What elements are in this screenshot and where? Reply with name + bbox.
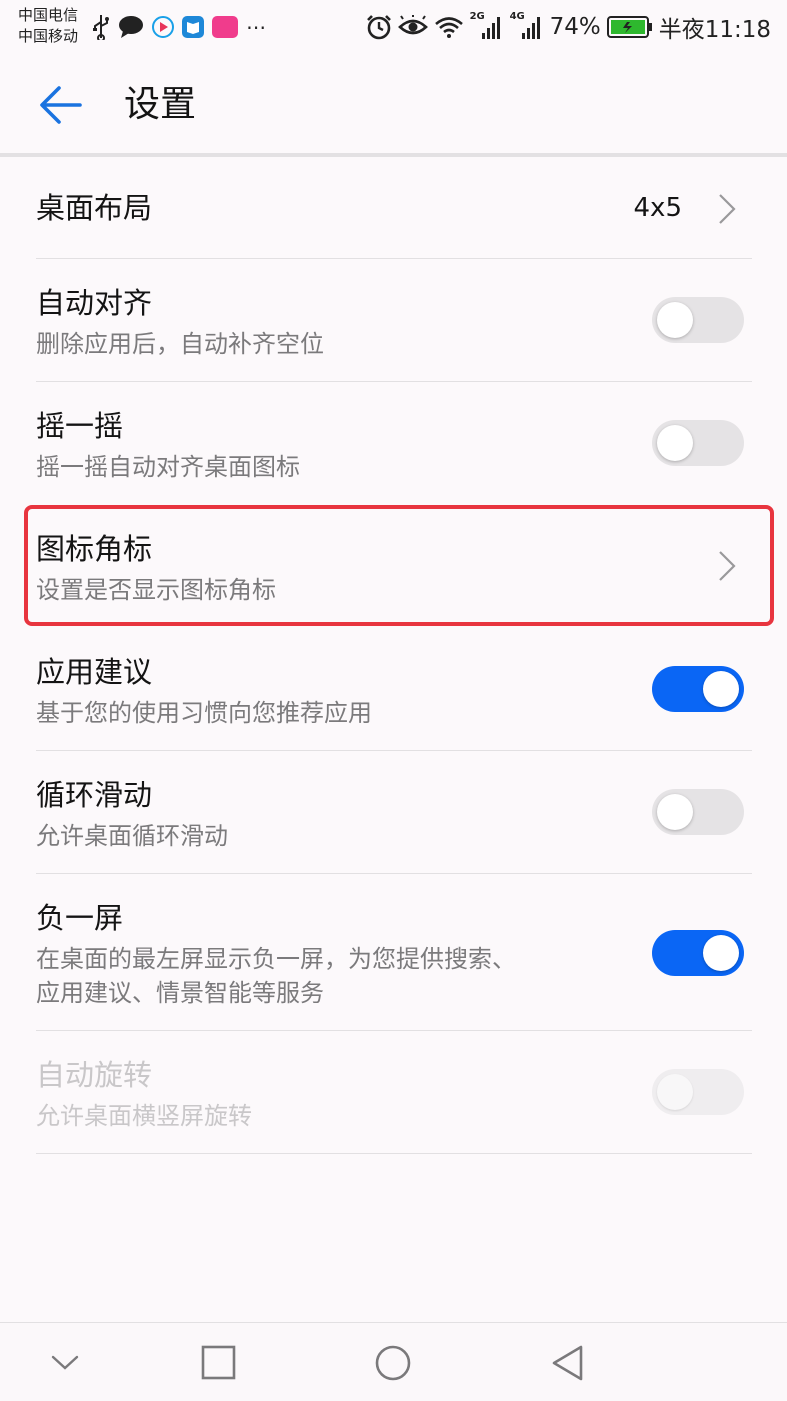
toggle-knob xyxy=(657,1074,693,1110)
eye-icon xyxy=(397,15,428,35)
shopping-app-icon xyxy=(212,16,238,38)
setting-subtitle: 基于您的使用习惯向您推荐应用 xyxy=(36,699,372,727)
toggle-knob xyxy=(657,302,693,338)
setting-auto-rotate: 自动旋转 允许桌面横竖屏旋转 xyxy=(36,1031,752,1154)
setting-title: 自动旋转 xyxy=(36,1058,153,1092)
row-divider xyxy=(36,1153,752,1154)
setting-title: 自动对齐 xyxy=(36,286,153,320)
app-suggestions-toggle[interactable] xyxy=(652,666,744,712)
setting-title: 负一屏 xyxy=(36,901,124,935)
shake-toggle[interactable] xyxy=(652,420,744,466)
wifi-icon xyxy=(434,17,463,38)
signal-2g-icon: 2G xyxy=(470,11,504,41)
setting-auto-align: 自动对齐 删除应用后，自动补齐空位 xyxy=(36,259,752,382)
more-dots-icon: ⋯ xyxy=(246,15,267,39)
usb-icon xyxy=(93,15,109,40)
setting-subtitle-line-2: 应用建议、情景智能等服务 xyxy=(36,979,324,1007)
carrier-2: 中国移动 xyxy=(18,27,79,45)
recents-square-icon[interactable] xyxy=(196,1341,240,1385)
toggle-knob xyxy=(657,794,693,830)
battery-icon xyxy=(606,16,652,38)
setting-title: 循环滑动 xyxy=(36,778,153,812)
auto-align-toggle[interactable] xyxy=(652,297,744,343)
setting-app-suggestions: 应用建议 基于您的使用习惯向您推荐应用 xyxy=(36,628,752,751)
arrow-left-icon[interactable] xyxy=(38,82,84,128)
carrier-1: 中国电信 xyxy=(18,6,79,24)
video-app-icon xyxy=(152,16,174,38)
auto-rotate-toggle xyxy=(652,1069,744,1115)
setting-subtitle: 删除应用后，自动补齐空位 xyxy=(36,330,324,358)
alarm-icon xyxy=(366,15,391,40)
loop-scroll-toggle[interactable] xyxy=(652,789,744,835)
setting-subtitle-line-1: 在桌面的最左屏显示负一屏，为您提供搜索、 xyxy=(36,945,516,973)
app-bar: 设置 xyxy=(0,54,787,154)
layout-value: 4x5 xyxy=(633,193,682,223)
setting-title: 应用建议 xyxy=(36,655,153,689)
setting-title: 摇一摇 xyxy=(36,409,124,443)
system-icons: 2G 4G 74% 半夜11:18 xyxy=(366,10,771,44)
setting-subtitle: 允许桌面循环滑动 xyxy=(36,822,228,850)
toggle-knob xyxy=(703,935,739,971)
setting-subtitle: 摇一摇自动对齐桌面图标 xyxy=(36,453,300,481)
chevron-down-icon[interactable] xyxy=(43,1341,87,1385)
carrier-info: 中国电信 中国移动 xyxy=(18,5,78,47)
back-triangle-icon[interactable] xyxy=(546,1341,590,1385)
setting-minus-one-screen: 负一屏 在桌面的最左屏显示负一屏，为您提供搜索、 应用建议、情景智能等服务 xyxy=(36,874,752,1031)
navigation-bar xyxy=(0,1322,787,1401)
home-circle-icon[interactable] xyxy=(371,1341,415,1385)
notification-icons: ⋯ xyxy=(92,12,267,42)
page-title: 设置 xyxy=(124,84,197,125)
chevron-right-icon xyxy=(719,194,736,224)
signal-4g-icon: 4G xyxy=(510,11,544,41)
toggle-knob xyxy=(657,425,693,461)
minus-one-screen-toggle[interactable] xyxy=(652,930,744,976)
chat-bubble-icon xyxy=(119,16,143,38)
toggle-knob xyxy=(703,671,739,707)
setting-shake: 摇一摇 摇一摇自动对齐桌面图标 xyxy=(36,382,752,505)
clock: 半夜11:18 xyxy=(658,17,771,43)
highlight-box xyxy=(24,505,774,626)
setting-title: 桌面布局 xyxy=(36,191,153,225)
status-bar: 中国电信 中国移动 ⋯ 2G 4G 74% 半夜11:18 xyxy=(0,0,787,54)
setting-subtitle: 允许桌面横竖屏旋转 xyxy=(36,1102,252,1130)
setting-desktop-layout[interactable]: 桌面布局 4x5 xyxy=(36,157,752,259)
setting-loop-scroll: 循环滑动 允许桌面循环滑动 xyxy=(36,751,752,874)
battery-percent: 74% xyxy=(549,14,601,40)
book-app-icon xyxy=(182,16,204,38)
